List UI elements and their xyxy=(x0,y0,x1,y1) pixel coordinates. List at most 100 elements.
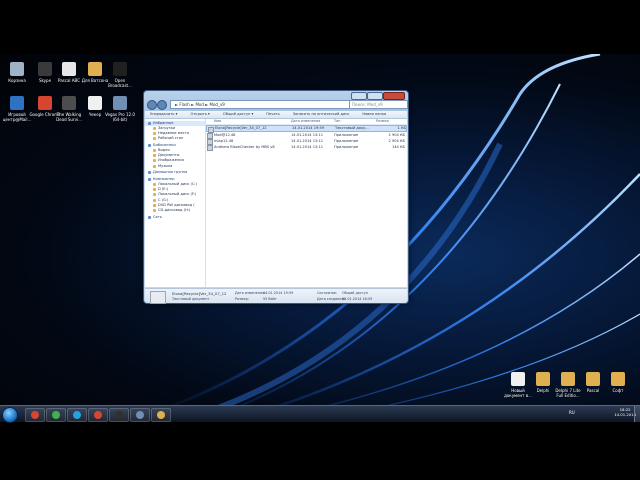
file-type: Приложение xyxy=(334,145,359,149)
folder-icon xyxy=(153,188,156,192)
details-modified: 14.01.2014 19:59 xyxy=(263,291,294,295)
file-preview-icon xyxy=(150,291,166,304)
explorer-window[interactable]: ► Flash ► Mod ► Mod_v9 Поиск: Mod_v9 Упо… xyxy=(143,90,409,304)
desktop-shortcut-icon xyxy=(88,96,102,110)
desktop-icon[interactable]: Vegas Pro 12.0 (64-bit) xyxy=(103,96,137,122)
folder-icon xyxy=(536,372,550,386)
sidebar-item-label: Загрузки xyxy=(158,125,176,130)
search-input[interactable]: Поиск: Mod_v9 xyxy=(349,100,408,109)
desktop-shortcut-icon xyxy=(88,62,102,76)
start-button[interactable] xyxy=(2,407,18,423)
details-state: Общий доступ xyxy=(342,291,368,295)
sidebar-item-label: C (G:) xyxy=(158,197,169,202)
group-icon xyxy=(148,121,151,125)
sidebar-item[interactable]: Музыка xyxy=(145,164,205,169)
file-row[interactable]: Elona[Recycle]Ver_34_07_12 14.01.2014 19:… xyxy=(206,125,407,133)
toolbar-item[interactable]: Открыть ▾ xyxy=(190,112,209,116)
taskbar-obs-button[interactable] xyxy=(109,408,129,422)
group-icon xyxy=(148,215,151,219)
document-icon xyxy=(511,372,525,386)
sidebar-item[interactable]: CD-дисковод (H:) xyxy=(145,208,205,213)
file-size: 144 КБ xyxy=(391,145,405,149)
sidebar-item-label: Библиотеки xyxy=(153,142,176,147)
sidebar-item-label: Сеть xyxy=(153,214,162,219)
sidebar-item[interactable]: Рабочий стол xyxy=(145,136,205,141)
forward-button[interactable] xyxy=(157,100,167,110)
desktop-shortcut-icon xyxy=(62,96,76,110)
sidebar-item-label: DVD RW дисковод ( xyxy=(158,202,195,207)
desktop-shortcut-icon xyxy=(38,62,52,76)
address-bar[interactable]: ► Flash ► Mod ► Mod_v9 xyxy=(170,100,350,109)
taskbar-chrome-2-button[interactable] xyxy=(88,408,108,422)
details-file-name: Elona[Recycle]Ver_34_07_12 xyxy=(172,291,227,296)
sidebar-item-label: D (E:) xyxy=(158,187,169,192)
toolbar-item[interactable]: Упорядочить ▾ xyxy=(150,112,177,116)
minimize-button[interactable] xyxy=(351,92,367,100)
desktop-icon[interactable]: Софт xyxy=(603,372,633,393)
sidebar-item-label: CD-дисковод (H:) xyxy=(158,208,191,212)
folder-icon xyxy=(153,203,156,207)
desktop-icon-label: Vegas Pro 12.0 (64-bit) xyxy=(105,112,135,122)
sidebar-item-label: Изображения xyxy=(158,158,184,163)
file-row[interactable]: Andhero BlazeChecker by MBS v8 14.01.2014… xyxy=(206,144,407,151)
file-name: Elona[Recycle]Ver_34_07_12 xyxy=(215,126,267,130)
desktop-shortcut-icon xyxy=(113,62,127,76)
taskbar: RU 18:22 14.01.2014 xyxy=(0,405,640,423)
folder-icon xyxy=(153,148,156,152)
sidebar-item-label: Домашняя группа xyxy=(153,170,188,175)
file-date: 14.01.2014 13:11 xyxy=(291,145,324,149)
desktop-icon[interactable]: Open Broadcast... xyxy=(103,62,137,88)
back-button[interactable] xyxy=(147,100,157,110)
command-bar: Упорядочить ▾ Открыть ▾ Общий доступ ▾ Печа… xyxy=(145,111,407,119)
close-button[interactable] xyxy=(383,92,405,100)
clock-date: 14.01.2014 xyxy=(614,412,636,417)
navigation-bar: ► Flash ► Mod ► Mod_v9 Поиск: Mod_v9 xyxy=(146,100,408,110)
details-size: 55 байт xyxy=(263,297,277,301)
sidebar-item-label: Видео xyxy=(158,147,170,152)
toolbar-item[interactable]: Записать на оптический диск xyxy=(293,112,350,116)
column-size[interactable]: Размер xyxy=(376,119,389,124)
folder-icon xyxy=(153,183,156,187)
sidebar-item-label: Компьютер xyxy=(153,176,175,181)
clock[interactable]: 18:22 14.01.2014 xyxy=(614,407,636,417)
folder-icon xyxy=(561,372,575,386)
show-desktop-button[interactable] xyxy=(634,406,640,422)
file-icon xyxy=(207,145,213,151)
details-pane: Elona[Recycle]Ver_34_07_12 Текстовый док… xyxy=(145,288,407,304)
sidebar-item[interactable]: Домашняя группа xyxy=(145,170,205,175)
column-name[interactable]: Имя xyxy=(214,119,221,124)
app-icon xyxy=(52,411,60,419)
taskbar-green-button[interactable] xyxy=(46,408,66,422)
app-icon xyxy=(136,411,144,419)
folder-icon xyxy=(586,372,600,386)
app-icon xyxy=(115,411,123,419)
file-list: Имя Дата изменения Тип Размер Elona[Recy… xyxy=(206,119,407,287)
taskbar-chrome-button[interactable] xyxy=(25,408,45,422)
toolbar-item[interactable]: Печать xyxy=(266,112,279,116)
folder-icon xyxy=(153,137,156,141)
details-size-label: Размер: xyxy=(235,297,249,301)
sidebar-item[interactable]: Сеть xyxy=(145,215,205,220)
taskbar-skype-button[interactable] xyxy=(67,408,87,422)
toolbar-item[interactable]: Новая папка xyxy=(362,112,386,116)
folder-icon xyxy=(153,131,156,135)
taskbar-explorer-button[interactable] xyxy=(151,408,171,422)
toolbar-item[interactable]: Общий доступ ▾ xyxy=(223,112,253,116)
column-date[interactable]: Дата изменения xyxy=(291,119,320,124)
desktop-shortcut-icon xyxy=(10,96,24,110)
file-name: Andhero BlazeChecker by MBS v8 xyxy=(214,145,275,149)
desktop: Корзина Skype Pascal ABC Для Ватсона Open Br… xyxy=(0,54,640,421)
desktop-shortcut-icon xyxy=(10,62,24,76)
file-size: 1 КБ xyxy=(397,126,406,130)
folder-icon xyxy=(153,154,156,158)
sidebar-item-label: Локальный диск (C:) xyxy=(158,182,197,187)
group-icon xyxy=(148,177,151,181)
sidebar-item-label: Локальный диск (F:) xyxy=(158,192,197,197)
app-icon xyxy=(31,411,39,419)
maximize-button[interactable] xyxy=(367,92,383,100)
file-type: Текстовый доку... xyxy=(335,126,369,130)
language-indicator[interactable]: RU xyxy=(569,410,575,415)
taskbar-vegas-button[interactable] xyxy=(130,408,150,422)
column-type[interactable]: Тип xyxy=(334,119,341,124)
folder-icon xyxy=(153,209,156,212)
